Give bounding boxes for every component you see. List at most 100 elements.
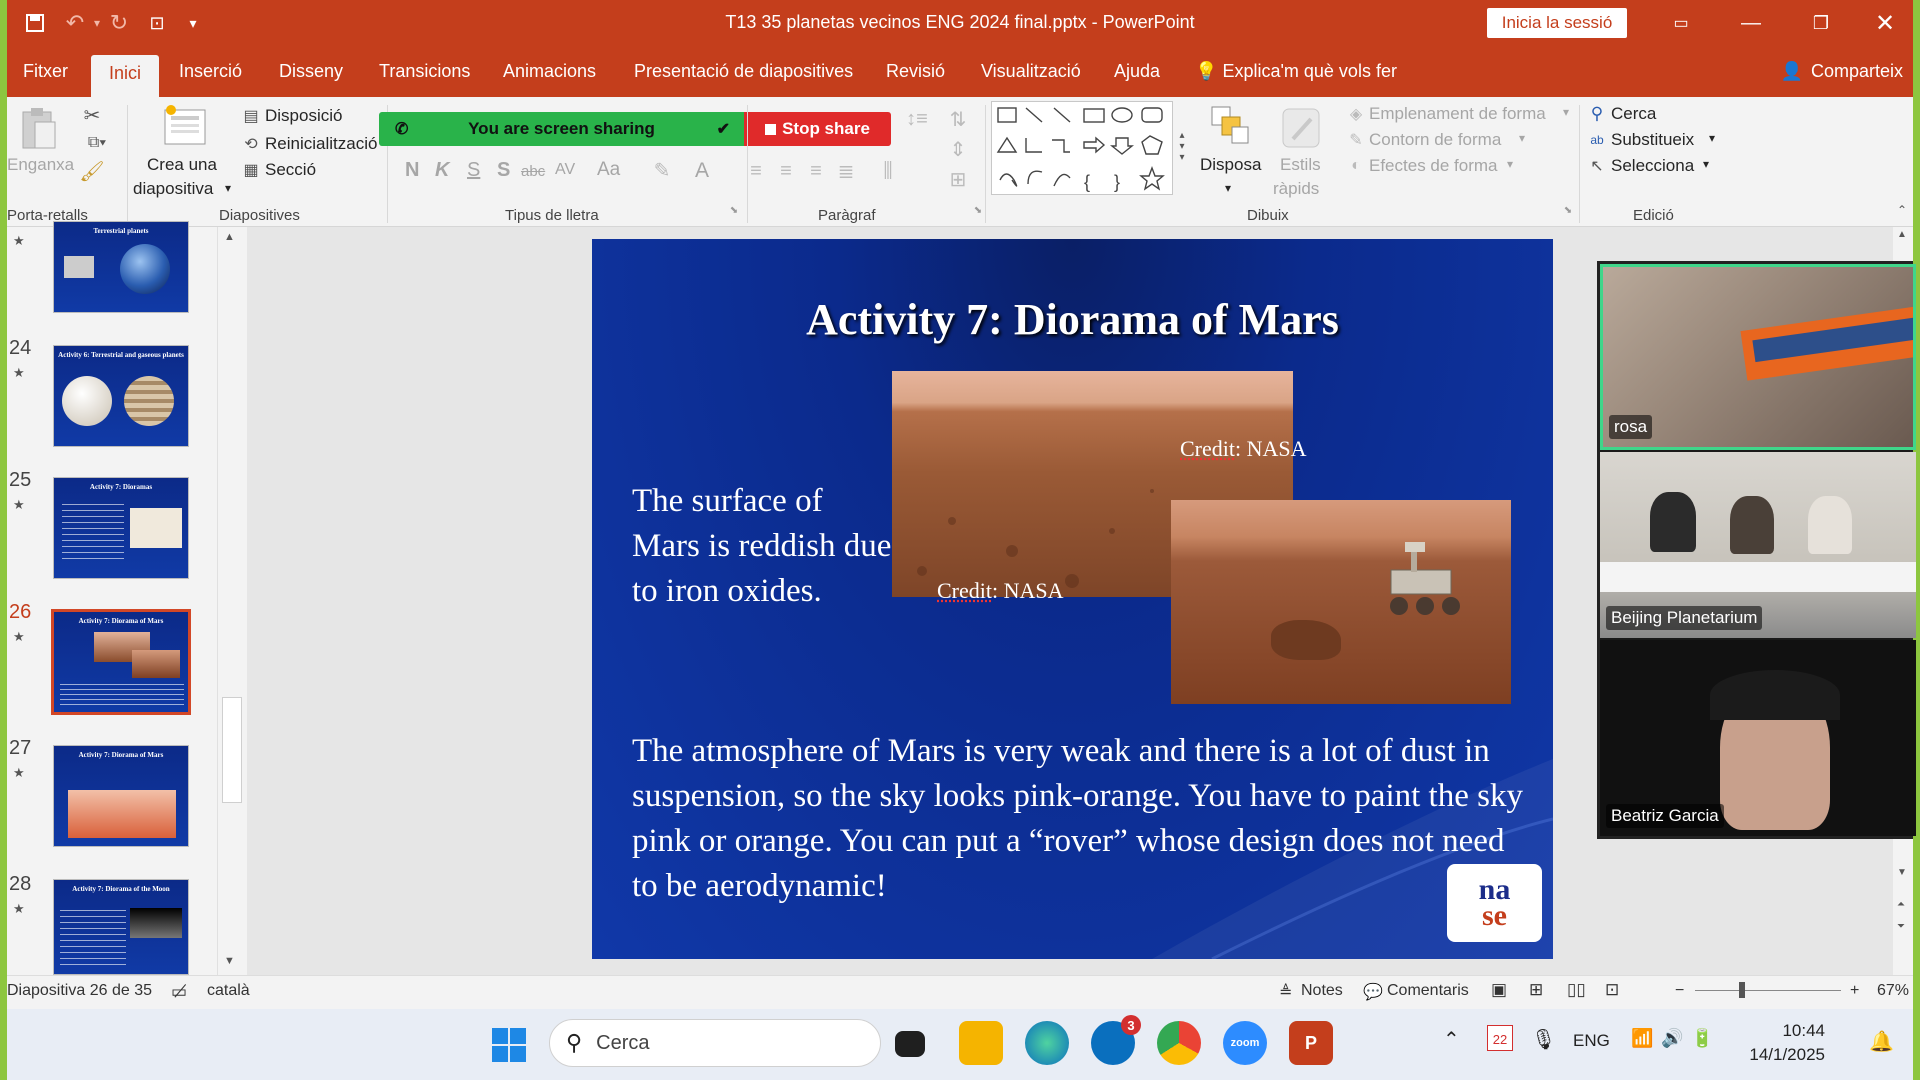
section-icon[interactable]: ▦ (239, 159, 263, 181)
tab-animations[interactable]: Animacions (503, 61, 596, 82)
scroll-down-icon[interactable]: ▼ (224, 955, 235, 967)
tab-transitions[interactable]: Transicions (379, 61, 470, 82)
smartart-icon[interactable]: ⊞ (943, 167, 973, 191)
arrange-button[interactable]: Disposa (1200, 155, 1261, 175)
justify-icon[interactable]: ≣ (833, 159, 859, 183)
paste-label[interactable]: Enganxa (7, 155, 74, 175)
file-explorer-icon[interactable] (959, 1021, 1003, 1065)
task-view-icon[interactable] (895, 1031, 925, 1057)
tab-help[interactable]: Ajuda (1114, 61, 1160, 82)
find-button[interactable]: Cerca (1611, 104, 1656, 124)
slide-sorter-icon[interactable]: ⊞ (1529, 980, 1543, 1000)
slide-thumbnail-23[interactable]: Terrestrial planets (53, 221, 189, 313)
spelling-icon[interactable]: ▭̸ (171, 982, 187, 1002)
clock-time[interactable]: 10:44 (1745, 1021, 1825, 1041)
clock-date[interactable]: 14/1/2025 (1727, 1045, 1825, 1065)
shape-fill-dropdown-icon[interactable]: ▾ (1563, 105, 1569, 119)
next-slide-icon[interactable]: ⏷ (1897, 921, 1905, 932)
underline-button[interactable]: S (467, 159, 480, 182)
copy-icon[interactable]: ⧉▾ (77, 131, 117, 155)
tab-view[interactable]: Visualització (981, 61, 1081, 82)
slide-thumbnail-27[interactable]: Activity 7: Diorama of Mars (53, 745, 189, 847)
align-right-icon[interactable]: ≡ (803, 159, 829, 183)
reset-button[interactable]: Reinicialització (265, 134, 377, 154)
italic-button[interactable]: K (435, 159, 449, 182)
shape-outline-button[interactable]: Contorn de forma (1369, 130, 1501, 150)
select-button[interactable]: Selecciona (1611, 156, 1694, 176)
previous-slide-icon[interactable]: ⏶ (1897, 899, 1905, 910)
arrange-dropdown-icon[interactable]: ▾ (1225, 181, 1231, 195)
scroll-up-icon[interactable]: ▲ (1897, 229, 1907, 240)
normal-view-icon[interactable]: ▣ (1491, 980, 1507, 1000)
tab-review[interactable]: Revisió (886, 61, 945, 82)
volume-icon[interactable]: 🔊 (1661, 1028, 1683, 1049)
highlight-icon[interactable]: ✎ (647, 157, 677, 183)
layout-button[interactable]: Disposició (265, 106, 342, 126)
zoom-slider-track[interactable] (1695, 990, 1841, 991)
cut-icon[interactable]: ✂ (77, 103, 107, 127)
font-color-button[interactable]: A (695, 159, 709, 183)
paste-icon[interactable] (17, 103, 61, 155)
shapes-gallery[interactable]: {} (991, 101, 1173, 195)
powerpoint-taskbar-icon[interactable]: P (1289, 1021, 1333, 1065)
tab-slideshow[interactable]: Presentació de diapositives (634, 61, 853, 82)
zoom-in-icon[interactable]: + (1850, 982, 1859, 1000)
slide-thumbnail-28[interactable]: Activity 7: Diorama of the Moon (53, 879, 189, 975)
section-button[interactable]: Secció (265, 160, 316, 180)
align-center-icon[interactable]: ≡ (773, 159, 799, 183)
scroll-up-icon[interactable]: ▲ (224, 231, 235, 243)
replace-button[interactable]: Substitueix (1611, 130, 1694, 150)
layout-icon[interactable]: ▤ (239, 105, 263, 127)
teams-icon[interactable]: 3 (1091, 1015, 1141, 1065)
restore-button[interactable]: ❐ (1797, 8, 1845, 38)
video-tile-beijing-planetarium[interactable]: Beijing Planetarium (1600, 452, 1916, 638)
video-tile-rosa[interactable]: rosa (1600, 264, 1916, 450)
shapes-scroll-icon[interactable]: ▴ ▾ ▾ (1175, 101, 1189, 191)
chrome-icon[interactable] (1157, 1021, 1201, 1065)
video-tile-beatriz-garcia[interactable]: Beatriz Garcia (1600, 640, 1916, 836)
collapse-ribbon-icon[interactable]: ⌃ (1895, 203, 1909, 217)
quick-styles-icon[interactable] (1277, 103, 1325, 153)
select-dropdown-icon[interactable]: ▾ (1703, 157, 1709, 171)
zoom-out-icon[interactable]: − (1675, 982, 1684, 1000)
windows-start-icon[interactable] (487, 1023, 531, 1067)
share-button[interactable]: 👤 Comparteix (1781, 61, 1903, 82)
show-hidden-icons-icon[interactable]: ⌃ (1443, 1027, 1460, 1052)
strikethrough-button[interactable]: abc (521, 163, 545, 180)
new-slide-icon[interactable] (157, 101, 213, 151)
char-spacing-button[interactable]: AV (555, 161, 575, 179)
new-slide-label-2[interactable]: diapositiva (133, 179, 213, 199)
minimize-button[interactable]: — (1727, 8, 1775, 38)
zoom-slider-thumb[interactable] (1739, 982, 1745, 998)
replace-dropdown-icon[interactable]: ▾ (1709, 131, 1715, 145)
bold-button[interactable]: N (405, 159, 419, 182)
shape-outline-dropdown-icon[interactable]: ▾ (1519, 131, 1525, 145)
comment-icon[interactable]: 💬 (1363, 982, 1383, 1002)
change-case-button[interactable]: Aa (597, 159, 620, 181)
drawing-dialog-launcher-icon[interactable]: ⬊ (1561, 203, 1575, 217)
format-painter-icon[interactable]: 🖌 (77, 159, 107, 183)
reset-icon[interactable]: ⟲ (239, 133, 263, 155)
zoom-level[interactable]: 67% (1877, 982, 1909, 1000)
sign-in-button[interactable]: Inicia la sessió (1487, 8, 1627, 38)
font-dialog-launcher-icon[interactable]: ⬊ (727, 203, 741, 217)
ribbon-display-options-icon[interactable]: ▭ (1657, 8, 1705, 38)
quick-styles-label-2[interactable]: ràpids (1273, 179, 1319, 199)
language-indicator[interactable]: ENG (1573, 1031, 1610, 1051)
align-left-icon[interactable]: ≡ (743, 159, 769, 183)
slide-thumbnail-24[interactable]: Activity 6: Terrestrial and gaseous plan… (53, 345, 189, 447)
edge-icon[interactable] (1025, 1021, 1069, 1065)
battery-icon[interactable]: 🔋 (1691, 1028, 1713, 1049)
scroll-down-icon[interactable]: ▼ (1897, 867, 1907, 878)
line-spacing-icon[interactable]: ↕≡ (897, 107, 937, 131)
slide-thumbnail-25[interactable]: Activity 7: Dioramas (53, 477, 189, 579)
notifications-bell-icon[interactable]: 🔔 (1869, 1029, 1894, 1054)
shape-effects-dropdown-icon[interactable]: ▾ (1507, 157, 1513, 171)
reading-view-icon[interactable]: ▯▯ (1567, 980, 1586, 1000)
notes-icon[interactable]: ≜ (1279, 982, 1292, 1002)
align-text-icon[interactable]: ⇕ (943, 137, 973, 161)
slide-thumbnail-26[interactable]: Activity 7: Diorama of Mars (51, 609, 191, 715)
zoom-app-icon[interactable]: zoom (1223, 1021, 1267, 1065)
tab-home[interactable]: Inici (91, 55, 160, 97)
taskbar-search[interactable]: ⚲ Cerca (549, 1019, 881, 1067)
